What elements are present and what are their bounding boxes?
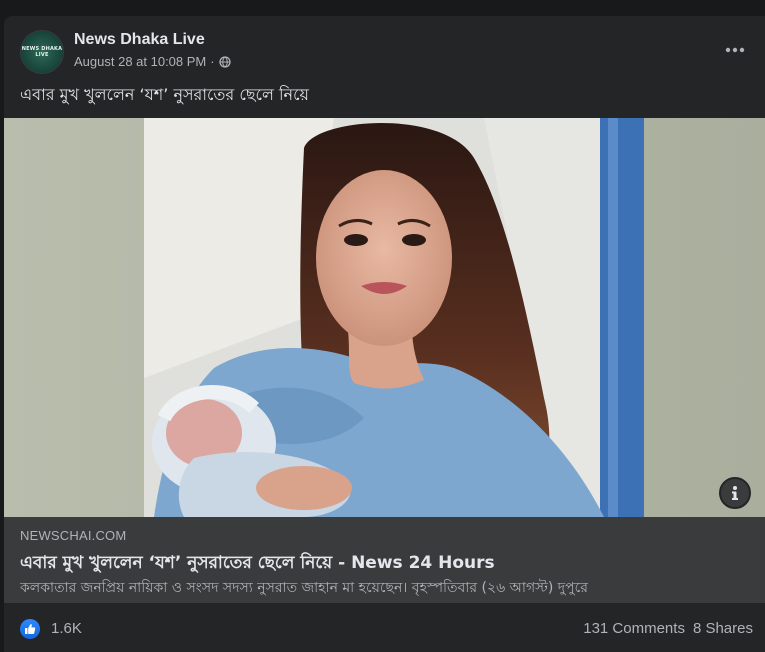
link-domain: NEWSCHAI.COM	[20, 528, 127, 543]
post-stats: 131 Comments 8 Shares	[583, 620, 753, 637]
page-avatar[interactable]: NEWS DHAKA LIVE	[20, 30, 64, 74]
like-icon	[20, 619, 40, 639]
info-icon	[732, 486, 738, 500]
thumbs-up-icon	[25, 624, 36, 634]
meta-separator: ·	[210, 54, 215, 69]
reaction-count[interactable]: 1.6K	[51, 620, 82, 637]
page-name-link[interactable]: News Dhaka Live	[74, 31, 205, 49]
post-message: এবার মুখ খুললেন ‘যশ’ নুসরাতের ছেলে নিয়ে	[20, 85, 309, 104]
more-options-button[interactable]	[721, 36, 749, 64]
post-photo	[4, 118, 765, 517]
info-button[interactable]	[719, 477, 751, 509]
link-preview[interactable]: NEWSCHAI.COM এবার মুখ খুললেন ‘যশ’ নুসরাত…	[4, 517, 765, 603]
more-horizontal-icon	[725, 47, 745, 53]
shares-count[interactable]: 8 Shares	[693, 620, 753, 637]
comments-count[interactable]: 131 Comments	[583, 620, 685, 637]
post-card: NEWS DHAKA LIVE News Dhaka Live August 2…	[4, 16, 765, 652]
globe-icon	[218, 55, 231, 68]
post-meta: August 28 at 10:08 PM ·	[74, 54, 231, 69]
avatar-logo-text: NEWS DHAKA LIVE	[21, 46, 63, 58]
link-description: কলকাতার জনপ্রিয় নায়িকা ও সংসদ সদস্য নু…	[20, 580, 588, 596]
post-timestamp[interactable]: August 28 at 10:08 PM	[74, 54, 206, 69]
link-title[interactable]: এবার মুখ খুললেন ‘যশ’ নুসরাতের ছেলে নিয়ে…	[20, 550, 495, 578]
post-image[interactable]	[4, 118, 765, 517]
post-footer: 1.6K 131 Comments 8 Shares	[4, 603, 765, 652]
